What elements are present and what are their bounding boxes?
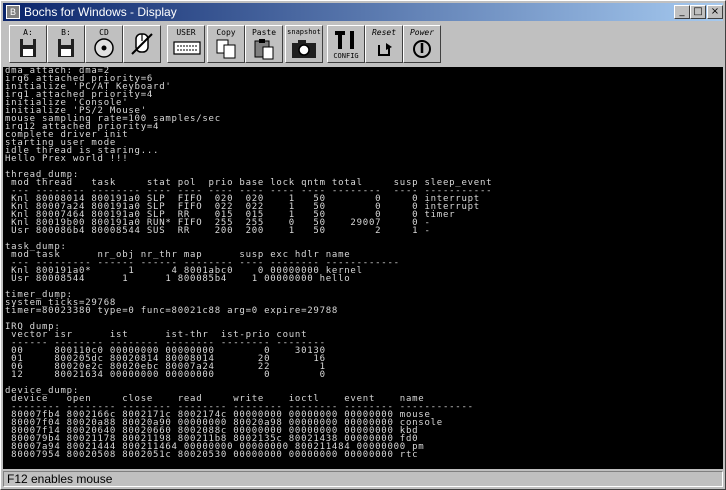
floppy-disk-icon bbox=[58, 39, 74, 57]
wrench-icon bbox=[335, 31, 354, 49]
cdrom-label: CD bbox=[99, 28, 109, 37]
mouse-icon bbox=[131, 33, 153, 55]
window-title: Bochs for Windows - Display bbox=[24, 5, 177, 19]
console-line: Usr 800086b4 80008544 SUS RR 200 200 1 5… bbox=[5, 226, 431, 236]
status-bar: F12 enables mouse bbox=[3, 471, 723, 487]
maximize-button[interactable]: □ bbox=[690, 5, 706, 19]
power-button[interactable]: Power bbox=[403, 25, 441, 63]
config-label: CONFIG bbox=[333, 52, 359, 60]
console-line: 80007954 80020508 8002051c 80020530 0000… bbox=[5, 450, 419, 460]
reset-arrow-icon bbox=[378, 43, 392, 56]
cdrom-icon bbox=[94, 38, 114, 58]
reset-label: Reset bbox=[371, 28, 397, 37]
app-icon[interactable]: B bbox=[6, 5, 20, 19]
floppy-a-button[interactable]: A: bbox=[9, 25, 47, 63]
floppy-b-button[interactable]: B: bbox=[47, 25, 85, 63]
bochs-window: B Bochs for Windows - Display _ □ × A: B… bbox=[0, 0, 726, 490]
toolbar: A: B: CD USER Copy Paste snapshot CONFIG… bbox=[3, 23, 723, 67]
cdrom-button[interactable]: CD bbox=[85, 25, 123, 63]
paste-icon bbox=[254, 39, 274, 60]
close-button[interactable]: × bbox=[707, 5, 723, 19]
paste-button[interactable]: Paste bbox=[245, 25, 283, 63]
copy-button[interactable]: Copy bbox=[207, 25, 245, 63]
user-label: USER bbox=[176, 28, 196, 37]
camera-icon bbox=[292, 40, 316, 58]
paste-label: Paste bbox=[251, 28, 277, 37]
console-line: timer=80023380 type=0 func=80021c88 arg=… bbox=[5, 306, 339, 316]
status-text: F12 enables mouse bbox=[7, 472, 113, 486]
config-button[interactable]: CONFIG bbox=[327, 25, 365, 63]
floppy-disk-icon bbox=[20, 39, 36, 57]
copy-label: Copy bbox=[216, 28, 236, 37]
emulator-display[interactable]: dma_attach: dma=2 irq6 attached priority=… bbox=[3, 67, 723, 469]
reset-button[interactable]: Reset bbox=[365, 25, 403, 63]
keyboard-icon bbox=[173, 41, 201, 55]
floppy-a-label: A: bbox=[23, 28, 33, 37]
console-line: 12 80021634 00000000 00000000 0 0 bbox=[5, 370, 326, 380]
snapshot-label: snapshot bbox=[287, 28, 321, 36]
copy-icon bbox=[216, 39, 236, 59]
power-icon bbox=[413, 40, 431, 58]
power-label: Power bbox=[409, 28, 435, 37]
snapshot-button[interactable]: snapshot bbox=[285, 25, 323, 63]
console-line: Hello Prex world !!! bbox=[5, 154, 129, 164]
floppy-b-label: B: bbox=[61, 28, 71, 37]
console-line: Usr 80008544 1 1 800085b4 1 00000000 hel… bbox=[5, 274, 351, 284]
title-bar[interactable]: B Bochs for Windows - Display _ □ × bbox=[3, 3, 723, 21]
mouse-button[interactable] bbox=[123, 25, 161, 63]
minimize-button[interactable]: _ bbox=[674, 5, 690, 19]
user-button[interactable]: USER bbox=[167, 25, 205, 63]
